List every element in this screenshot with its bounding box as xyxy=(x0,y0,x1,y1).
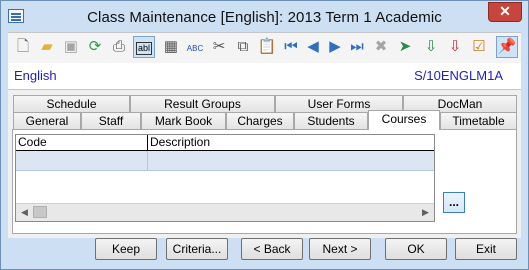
save-button[interactable]: ▣ xyxy=(60,36,82,58)
grid-header: Code Description xyxy=(16,135,434,151)
tab-students[interactable]: Students xyxy=(294,112,368,129)
tab-courses[interactable]: Courses xyxy=(368,110,440,130)
calculator-icon: ▦ xyxy=(163,38,179,55)
find-icon: ➤ xyxy=(398,38,412,55)
checklist-button[interactable]: ☑ xyxy=(468,36,490,58)
next-button[interactable]: Next > xyxy=(309,238,371,260)
text-field-button[interactable]: abl xyxy=(133,36,155,58)
criteria-button[interactable]: Criteria... xyxy=(166,238,228,260)
class-maintenance-window: Class Maintenance [English]: 2013 Term 1… xyxy=(0,0,529,270)
copy-icon: ⧉ xyxy=(237,38,249,55)
back-button[interactable]: < Back xyxy=(241,238,303,260)
scroll-thumb[interactable] xyxy=(33,206,47,218)
delete-button[interactable]: ✖ xyxy=(370,36,392,58)
import-button[interactable]: ⇩ xyxy=(420,36,442,58)
tab-schedule[interactable]: Schedule xyxy=(13,95,130,112)
cut-icon: ✂ xyxy=(212,38,226,55)
title-bar: Class Maintenance [English]: 2013 Term 1… xyxy=(1,1,528,32)
tab-general[interactable]: General xyxy=(13,112,81,129)
tab-timetable[interactable]: Timetable xyxy=(440,112,517,129)
find-button[interactable]: ➤ xyxy=(394,36,416,58)
new-icon: 🗋 xyxy=(16,38,30,55)
open-folder-icon: ▰ xyxy=(41,38,53,55)
column-divider xyxy=(147,151,148,170)
scroll-left-icon[interactable]: ◀ xyxy=(16,204,33,221)
previous-record-icon: ◀ xyxy=(307,38,319,55)
column-header-description[interactable]: Description xyxy=(147,135,430,150)
last-record-button[interactable]: ⏭ xyxy=(346,36,368,58)
last-record-icon: ⏭ xyxy=(350,38,364,55)
save-icon: ▣ xyxy=(63,38,79,55)
close-button[interactable]: ✕ xyxy=(488,2,522,22)
open-button[interactable]: ▰ xyxy=(36,36,58,58)
spell-check-icon: ABC xyxy=(186,44,204,53)
next-record-icon: ▶ xyxy=(329,38,341,55)
record-info-bar: English S/10ENGLM1A xyxy=(8,63,521,90)
print-button[interactable]: ⎙ xyxy=(108,36,130,58)
export-button[interactable]: ⇩ xyxy=(444,36,466,58)
first-record-button[interactable]: ⏮ xyxy=(280,36,302,58)
text-field-icon: abl xyxy=(135,42,152,55)
tab-charges[interactable]: Charges xyxy=(226,112,294,129)
close-icon: ✕ xyxy=(499,3,511,19)
checklist-icon: ☑ xyxy=(472,38,486,55)
new-button[interactable]: 🗋 xyxy=(12,36,34,58)
pin-icon: 📌 xyxy=(497,38,517,55)
tab-result-groups[interactable]: Result Groups xyxy=(130,95,275,112)
subject-name: English xyxy=(14,68,57,83)
keep-button[interactable]: Keep xyxy=(95,238,157,260)
next-record-button[interactable]: ▶ xyxy=(324,36,346,58)
copy-button[interactable]: ⧉ xyxy=(232,36,254,58)
column-header-code[interactable]: Code xyxy=(18,135,146,150)
horizontal-scrollbar[interactable]: ◀ ▶ xyxy=(16,203,434,221)
browse-courses-button[interactable]: ... xyxy=(443,192,465,213)
toolbar: 🗋 ▰ ▣ ⟳ ⎙ abl ▦ ABC ✂ ⧉ 📋 ⏮ ◀ ▶ ⏭ ✖ ➤ ⇩ … xyxy=(8,32,521,64)
paste-button[interactable]: 📋 xyxy=(256,36,278,58)
import-icon: ⇩ xyxy=(424,38,438,55)
scroll-right-icon[interactable]: ▶ xyxy=(417,204,434,221)
courses-tab-content: Code Description ◀ ▶ ... xyxy=(12,129,517,234)
previous-record-button[interactable]: ◀ xyxy=(302,36,324,58)
window-title: Class Maintenance [English]: 2013 Term 1… xyxy=(87,9,442,26)
first-record-icon: ⏮ xyxy=(284,38,298,55)
cut-button[interactable]: ✂ xyxy=(208,36,230,58)
table-row[interactable] xyxy=(16,151,434,171)
paste-icon: 📋 xyxy=(257,38,277,55)
tab-panel: Schedule Result Groups User Forms DocMan… xyxy=(8,90,521,238)
print-icon: ⎙ xyxy=(112,38,125,55)
refresh-button[interactable]: ⟳ xyxy=(84,36,106,58)
pin-button[interactable]: 📌 xyxy=(496,36,518,58)
exit-button[interactable]: Exit xyxy=(455,238,517,260)
calculator-button[interactable]: ▦ xyxy=(160,36,182,58)
export-icon: ⇩ xyxy=(448,38,462,55)
ok-button[interactable]: OK xyxy=(385,238,447,260)
delete-icon: ✖ xyxy=(374,38,388,55)
refresh-icon: ⟳ xyxy=(88,38,102,55)
courses-grid[interactable]: Code Description ◀ ▶ xyxy=(15,134,435,222)
tab-staff[interactable]: Staff xyxy=(81,112,141,129)
spell-check-button[interactable]: ABC xyxy=(184,36,206,58)
class-code: S/10ENGLM1A xyxy=(414,68,503,83)
tab-mark-book[interactable]: Mark Book xyxy=(141,112,226,129)
